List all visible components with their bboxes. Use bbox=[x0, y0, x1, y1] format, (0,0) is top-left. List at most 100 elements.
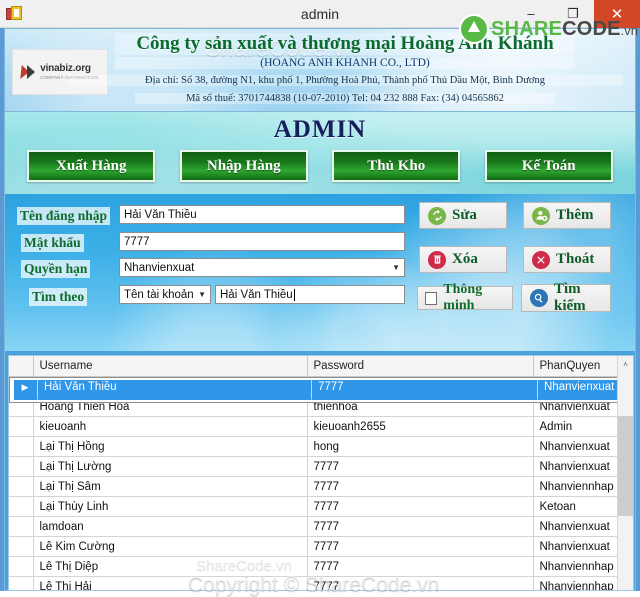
row-selector-cell[interactable] bbox=[9, 536, 34, 557]
watermark-vn: .vn bbox=[620, 22, 638, 38]
row-selector-cell[interactable] bbox=[9, 476, 34, 497]
cell-password[interactable]: hong bbox=[307, 436, 534, 457]
table-row[interactable]: Lê Thị Diệp 7777 Nhanviennhap bbox=[9, 556, 633, 577]
edit-button[interactable]: Sửa bbox=[419, 202, 507, 229]
cell-username[interactable]: Lại Thùy Linh bbox=[33, 496, 308, 517]
cell-password[interactable]: 7777 bbox=[307, 536, 534, 557]
logo-name: vinabiz.org bbox=[40, 62, 91, 74]
cell-password[interactable]: kieuoanh2655 bbox=[307, 416, 534, 437]
smart-search-label: Thông minh bbox=[443, 282, 483, 313]
cell-username[interactable]: Lê Kim Cường bbox=[33, 536, 308, 557]
form-area: ShareCode.vn Tên đăng nhập Hải Văn Thiều… bbox=[4, 194, 636, 351]
nav-nhap-hang[interactable]: Nhập Hàng bbox=[179, 150, 308, 182]
add-user-icon bbox=[532, 206, 550, 225]
cell-password[interactable]: 7777 bbox=[307, 556, 534, 577]
add-button-label: Thêm bbox=[556, 207, 594, 223]
admin-band: ADMIN Xuất Hàng Nhập Hàng Thủ Kho Kế Toá… bbox=[4, 112, 636, 194]
searchby-value: Tên tài khoản bbox=[124, 288, 194, 301]
vinabiz-mark-icon bbox=[21, 64, 37, 80]
nav-xuat-hang[interactable]: Xuất Hàng bbox=[27, 150, 156, 182]
cell-username[interactable]: Hải Văn Thiều bbox=[38, 379, 312, 400]
scroll-up-button[interactable]: ˄ bbox=[618, 356, 633, 372]
watermark-code: CODE bbox=[562, 17, 621, 40]
password-input[interactable]: 7777 bbox=[119, 232, 405, 251]
company-logo: vinabiz.org COMPANY INFORMATION bbox=[12, 49, 108, 95]
edit-button-label: Sửa bbox=[452, 207, 477, 223]
user-table: Username Password PhanQuyen ▶ Hải Văn Thi… bbox=[9, 356, 633, 590]
search-button[interactable]: Tìm kiếm bbox=[521, 281, 611, 314]
cell-password[interactable]: 7777 bbox=[307, 516, 534, 537]
text-caret bbox=[293, 288, 295, 301]
scrollbar-thumb[interactable] bbox=[618, 416, 633, 516]
company-name-en: (HOANG ANH KHANH CO., LTD) bbox=[115, 57, 575, 69]
cell-username[interactable]: Lại Thị Hồng bbox=[33, 436, 308, 457]
checkbox-box[interactable] bbox=[425, 291, 438, 305]
table-row[interactable]: kieuoanh kieuoanh2655 Admin bbox=[9, 416, 633, 437]
searchby-label: Tìm theo bbox=[29, 288, 88, 306]
cell-username[interactable]: Lại Thị Sâm bbox=[33, 476, 308, 497]
cell-username[interactable]: lamdoan bbox=[33, 516, 308, 537]
data-grid-container: Username Password PhanQuyen ▶ Hải Văn Thi… bbox=[4, 351, 636, 591]
company-address: Địa chỉ: Số 38, đường N1, khu phố 1, Phư… bbox=[67, 75, 623, 86]
row-selector-cell[interactable]: ▶ bbox=[14, 379, 38, 400]
column-header-username[interactable]: Username bbox=[33, 356, 308, 377]
nav-thu-kho[interactable]: Thủ Kho bbox=[332, 150, 461, 182]
searchby-select[interactable]: Tên tài khoản ▼ bbox=[119, 285, 211, 304]
exit-button-label: Thoát bbox=[556, 251, 595, 267]
cell-password[interactable]: 7777 bbox=[307, 576, 534, 590]
column-header-password[interactable]: Password bbox=[307, 356, 534, 377]
table-row[interactable]: Lê Thị Hải 7777 Nhanviennhap bbox=[9, 576, 633, 590]
role-select[interactable]: Nhanvienxuat ▼ bbox=[119, 258, 405, 277]
row-selector-cell[interactable] bbox=[9, 556, 34, 577]
delete-button-label: Xóa bbox=[452, 251, 478, 267]
row-selector-cell[interactable] bbox=[9, 496, 34, 517]
refresh-icon bbox=[428, 206, 446, 225]
table-row[interactable]: lamdoan 7777 Nhanvienxuat bbox=[9, 516, 633, 537]
row-selector-cell[interactable] bbox=[9, 456, 34, 477]
role-label: Quyền hạn bbox=[21, 260, 91, 278]
column-header-selector[interactable] bbox=[9, 356, 34, 377]
cell-password[interactable]: 7777 bbox=[307, 496, 534, 517]
cell-password[interactable]: 7777 bbox=[307, 476, 534, 497]
trash-icon bbox=[428, 250, 446, 269]
close-circle-icon bbox=[532, 250, 550, 269]
username-value: Hải Văn Thiều bbox=[124, 208, 197, 221]
table-header-row: Username Password PhanQuyen bbox=[9, 356, 633, 377]
row-selector-cell[interactable] bbox=[9, 516, 34, 537]
grid-vertical-scrollbar[interactable]: ˄ bbox=[617, 356, 633, 590]
cell-username[interactable]: Lê Thị Diệp bbox=[33, 556, 308, 577]
cell-username[interactable]: Lại Thị Lường bbox=[33, 456, 308, 477]
magnifier-icon bbox=[530, 289, 548, 307]
app-icon bbox=[6, 5, 22, 22]
table-row[interactable]: ▶ Hải Văn Thiều 7777 Nhanvienxuat bbox=[9, 376, 633, 403]
cell-password[interactable]: 7777 bbox=[307, 456, 534, 477]
smart-search-checkbox[interactable]: Thông minh bbox=[417, 282, 513, 313]
watermark-share: SHARE bbox=[491, 17, 563, 40]
row-selector-cell[interactable] bbox=[9, 576, 34, 590]
sharecode-leaf-icon bbox=[461, 16, 488, 42]
add-button[interactable]: Thêm bbox=[523, 202, 611, 229]
table-row[interactable]: Lại Thị Sâm 7777 Nhanviennhap bbox=[9, 476, 633, 497]
table-body: ▶Hải Văn Thiều7777NhanvienxuatHoàng Sĩ Đ… bbox=[9, 376, 633, 590]
cell-password[interactable]: 7777 bbox=[312, 379, 538, 400]
nav-ke-toan[interactable]: Kế Toán bbox=[484, 150, 613, 182]
exit-button[interactable]: Thoát bbox=[523, 246, 611, 273]
app-window: admin – ❐ ✕ ShareCode.vn vinabiz.org COM… bbox=[0, 0, 640, 596]
table-row[interactable]: Lại Thùy Linh 7777 Ketoan bbox=[9, 496, 633, 517]
current-row-arrow-icon: ▶ bbox=[21, 381, 29, 392]
cell-username[interactable]: Lê Thị Hải bbox=[33, 576, 308, 590]
data-grid: Username Password PhanQuyen ▶ Hải Văn Thi… bbox=[8, 355, 634, 591]
username-input[interactable]: Hải Văn Thiều bbox=[119, 205, 405, 224]
client-area: ShareCode.vn vinabiz.org COMPANY INFORMA… bbox=[0, 16, 640, 596]
table-row[interactable]: Lại Thị Lường 7777 Nhanvienxuat bbox=[9, 456, 633, 477]
cell-username[interactable]: kieuoanh bbox=[33, 416, 308, 437]
row-selector-cell[interactable] bbox=[9, 416, 34, 437]
search-button-label: Tìm kiếm bbox=[554, 281, 586, 314]
table-row[interactable]: Lại Thị Hồng hong Nhanvienxuat bbox=[9, 436, 633, 457]
row-selector-cell[interactable] bbox=[9, 436, 34, 457]
password-label: Mật khẩu bbox=[21, 234, 84, 252]
delete-button[interactable]: Xóa bbox=[419, 246, 507, 273]
search-input[interactable]: Hải Văn Thiều bbox=[215, 285, 405, 304]
nav-buttons: Xuất Hàng Nhập Hàng Thủ Kho Kế Toán bbox=[5, 144, 635, 182]
table-row[interactable]: Lê Kim Cường 7777 Nhanvienxuat bbox=[9, 536, 633, 557]
